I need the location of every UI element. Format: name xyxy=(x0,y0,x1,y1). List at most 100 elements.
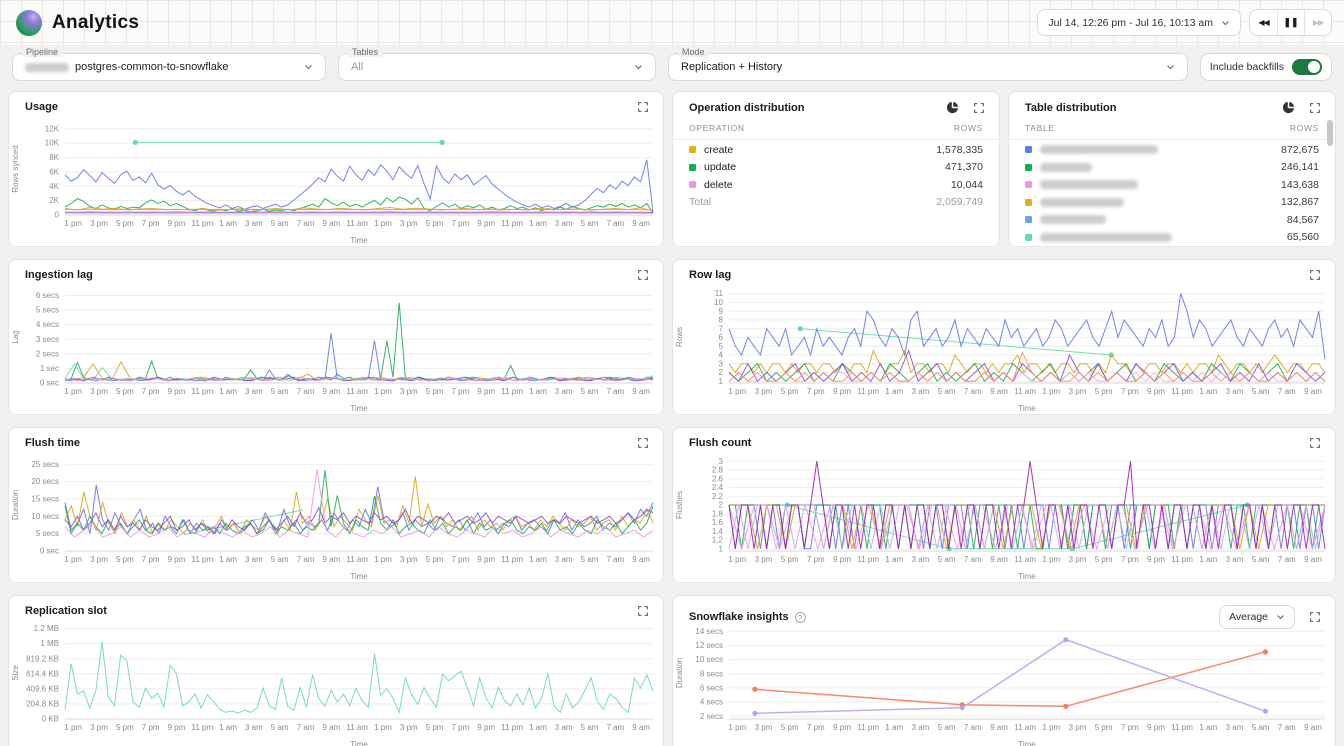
svg-text:3 am: 3 am xyxy=(912,723,930,732)
svg-text:7 am: 7 am xyxy=(297,387,315,396)
date-range-picker[interactable]: Jul 14, 12:26 pm - Jul 16, 10:13 am xyxy=(1037,9,1241,36)
svg-text:7 pm: 7 pm xyxy=(142,723,160,732)
svg-text:9 am: 9 am xyxy=(990,387,1008,396)
svg-text:7 pm: 7 pm xyxy=(452,555,470,564)
svg-text:3 pm: 3 pm xyxy=(400,387,418,396)
svg-text:11 am: 11 am xyxy=(1014,723,1036,732)
svg-text:Time: Time xyxy=(350,572,368,581)
table-row: 143,638 xyxy=(1009,176,1335,194)
svg-text:11: 11 xyxy=(715,289,724,298)
series-color-swatch xyxy=(1025,216,1032,223)
expand-icon[interactable] xyxy=(637,101,649,113)
svg-text:Time: Time xyxy=(1018,572,1036,581)
svg-text:1 pm: 1 pm xyxy=(374,723,392,732)
svg-text:3 am: 3 am xyxy=(912,387,930,396)
svg-text:7 am: 7 am xyxy=(297,219,315,228)
svg-text:9 am: 9 am xyxy=(323,219,341,228)
row-value: 132,867 xyxy=(1281,196,1319,208)
svg-text:9 am: 9 am xyxy=(323,723,341,732)
page-title: Analytics xyxy=(52,12,139,34)
svg-text:3: 3 xyxy=(719,359,724,368)
series-color-swatch xyxy=(689,164,696,171)
svg-text:11 pm: 11 pm xyxy=(501,387,523,396)
svg-text:1 MB: 1 MB xyxy=(40,639,59,648)
svg-text:11 pm: 11 pm xyxy=(501,219,523,228)
svg-text:204.8 KB: 204.8 KB xyxy=(26,700,59,709)
svg-text:9 am: 9 am xyxy=(323,555,341,564)
svg-text:7 pm: 7 pm xyxy=(1121,723,1139,732)
svg-text:7 am: 7 am xyxy=(297,555,315,564)
svg-text:2.4: 2.4 xyxy=(712,483,724,492)
ingestion-lag-chart: 0 sec1 sec2 secs3 secs4 secs5 secs6 secs… xyxy=(9,284,663,414)
svg-text:1 am: 1 am xyxy=(529,555,547,564)
svg-text:9 am: 9 am xyxy=(990,723,1008,732)
svg-text:3: 3 xyxy=(719,457,724,466)
svg-text:5 pm: 5 pm xyxy=(116,555,134,564)
svg-text:11 pm: 11 pm xyxy=(191,387,213,396)
svg-text:11 am: 11 am xyxy=(1014,387,1036,396)
svg-text:Size: Size xyxy=(11,665,20,681)
series-color-swatch xyxy=(689,181,696,188)
row-lag-card: Row lag 12345678910111 pm3 pm5 pm7 pm9 p… xyxy=(672,259,1336,415)
svg-text:5 am: 5 am xyxy=(271,723,289,732)
expand-icon[interactable] xyxy=(1309,437,1321,449)
svg-text:7 pm: 7 pm xyxy=(1121,387,1139,396)
row-lag-title: Row lag xyxy=(689,269,731,281)
pipeline-select[interactable]: Pipeline postgres-common-to-snowflake xyxy=(12,53,326,81)
svg-text:11 am: 11 am xyxy=(346,387,368,396)
expand-icon[interactable] xyxy=(973,102,985,114)
expand-icon[interactable] xyxy=(1309,102,1321,114)
table-row: 132,867 xyxy=(1009,194,1335,212)
svg-text:9 am: 9 am xyxy=(632,219,650,228)
table-row: delete10,044 xyxy=(673,176,999,194)
svg-text:3 am: 3 am xyxy=(1226,387,1244,396)
forward-button[interactable]: ▶▶ xyxy=(1304,9,1331,36)
svg-text:10 secs: 10 secs xyxy=(695,655,723,664)
pause-button[interactable]: ❚❚ xyxy=(1277,9,1304,36)
rewind-button[interactable]: ◀◀ xyxy=(1250,9,1277,36)
svg-text:1 am: 1 am xyxy=(219,219,237,228)
svg-text:5 am: 5 am xyxy=(1252,723,1270,732)
svg-text:1 pm: 1 pm xyxy=(374,555,392,564)
svg-text:7 am: 7 am xyxy=(297,723,315,732)
svg-text:10: 10 xyxy=(714,298,723,307)
mode-select[interactable]: Mode Replication + History xyxy=(668,53,1188,81)
svg-text:5 am: 5 am xyxy=(271,555,289,564)
top-header: Analytics Jul 14, 12:26 pm - Jul 16, 10:… xyxy=(0,0,1344,45)
expand-icon[interactable] xyxy=(637,437,649,449)
svg-text:Duration: Duration xyxy=(675,658,684,688)
replication-slot-title: Replication slot xyxy=(25,605,107,617)
svg-text:7 pm: 7 pm xyxy=(142,555,160,564)
series-color-swatch xyxy=(1025,181,1032,188)
svg-text:1 pm: 1 pm xyxy=(1042,723,1060,732)
svg-text:11 pm: 11 pm xyxy=(191,555,213,564)
playback-controls: ◀◀ ❚❚ ▶▶ xyxy=(1249,9,1332,36)
redacted-table-name xyxy=(1040,180,1138,189)
svg-text:2: 2 xyxy=(719,501,724,510)
svg-text:10 secs: 10 secs xyxy=(31,512,59,521)
tables-select[interactable]: Tables All xyxy=(338,53,656,81)
svg-text:2K: 2K xyxy=(49,196,59,205)
redacted-pipeline-prefix xyxy=(25,63,69,72)
svg-text:5 am: 5 am xyxy=(581,555,599,564)
svg-text:9 pm: 9 pm xyxy=(833,387,851,396)
svg-text:11 pm: 11 pm xyxy=(1171,555,1193,564)
tables-label: Tables xyxy=(348,47,382,57)
pie-chart-icon[interactable] xyxy=(946,101,959,114)
series-color-swatch xyxy=(1025,234,1032,241)
svg-text:7 pm: 7 pm xyxy=(1121,555,1139,564)
svg-text:11 pm: 11 pm xyxy=(1171,387,1193,396)
row-value: 65,560 xyxy=(1287,231,1319,243)
svg-text:1 am: 1 am xyxy=(1199,723,1217,732)
svg-text:11 pm: 11 pm xyxy=(857,555,879,564)
pie-chart-icon[interactable] xyxy=(1282,101,1295,114)
expand-icon[interactable] xyxy=(637,605,649,617)
svg-text:14 secs: 14 secs xyxy=(695,627,723,636)
svg-text:Time: Time xyxy=(350,236,368,245)
svg-text:1 pm: 1 pm xyxy=(64,555,82,564)
expand-icon[interactable] xyxy=(1309,269,1321,281)
scrollbar[interactable] xyxy=(1327,120,1333,146)
expand-icon[interactable] xyxy=(637,269,649,281)
table-row: 65,560 xyxy=(1009,229,1335,247)
include-backfills-switch[interactable] xyxy=(1292,59,1322,75)
